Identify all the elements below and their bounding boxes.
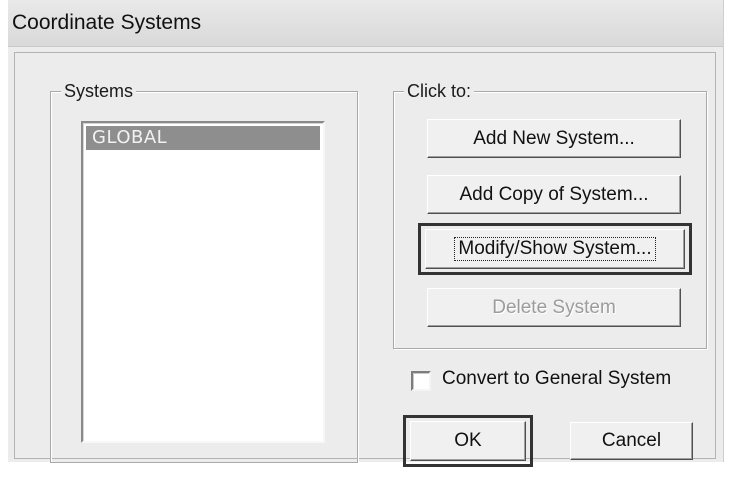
modify-show-system-label: Modify/Show System... [454, 237, 656, 261]
systems-group-label: Systems [61, 80, 137, 102]
cancel-button[interactable]: Cancel [570, 422, 693, 460]
dialog-body: Systems GLOBAL Click to: Add New System.… [14, 52, 716, 467]
add-new-system-button[interactable]: Add New System... [427, 119, 681, 158]
convert-to-general-checkbox[interactable] [411, 371, 431, 391]
cancel-label: Cancel [601, 430, 662, 451]
modify-show-system-button[interactable]: Modify/Show System... [425, 229, 685, 269]
window-title: Coordinate Systems [12, 11, 202, 34]
coordinate-systems-dialog: Coordinate Systems Systems GLOBAL Click … [8, 0, 724, 467]
ok-label: OK [454, 430, 482, 451]
systems-listbox[interactable]: GLOBAL [81, 121, 325, 443]
ok-button[interactable]: OK [410, 421, 526, 461]
delete-system-button[interactable]: Delete System [427, 288, 681, 327]
convert-to-general-label[interactable]: Convert to General System [442, 368, 671, 390]
add-copy-of-system-button[interactable]: Add Copy of System... [427, 175, 681, 214]
delete-system-label: Delete System [492, 296, 616, 318]
add-copy-of-system-label: Add Copy of System... [459, 183, 649, 205]
add-new-system-label: Add New System... [473, 127, 635, 149]
title-bar[interactable]: Coordinate Systems [8, 0, 723, 47]
list-item-global[interactable]: GLOBAL [86, 126, 320, 150]
click-to-group-label: Click to: [404, 80, 475, 102]
